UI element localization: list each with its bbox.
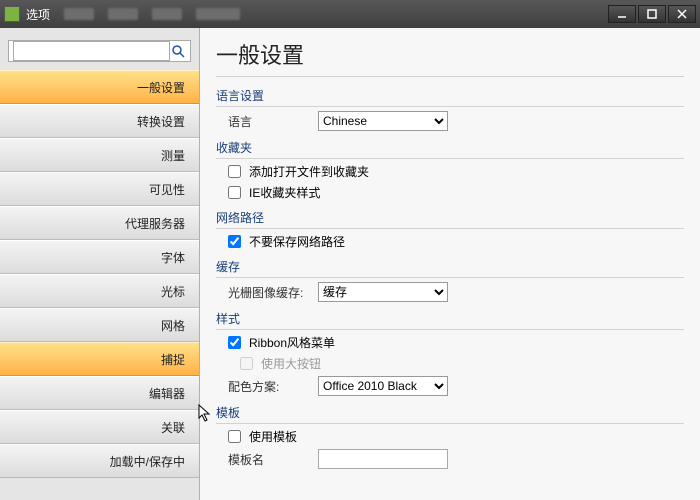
section-language: 语言设置 [216, 87, 684, 107]
sidebar-item-11[interactable]: 加载中/保存中 [0, 444, 199, 478]
sidebar-item-label: 可见性 [149, 181, 185, 198]
content-panel: 一般设置 语言设置 语言 Chinese 收藏夹 添加打开文件到收藏夹 IE收藏… [200, 28, 700, 500]
menu-blur [108, 8, 138, 20]
template-name-input [318, 449, 448, 469]
sidebar-item-label: 字体 [161, 249, 185, 266]
sidebar-item-9[interactable]: 编辑器 [0, 376, 199, 410]
bigbutton-checkbox [240, 357, 253, 370]
window-title: 选项 [26, 6, 50, 23]
section-style: 样式 [216, 310, 684, 330]
sidebar-item-label: 加载中/保存中 [110, 453, 185, 470]
page-title: 一般设置 [216, 38, 684, 77]
sidebar-item-10[interactable]: 关联 [0, 410, 199, 444]
sidebar-item-4[interactable]: 代理服务器 [0, 206, 199, 240]
sidebar-item-label: 编辑器 [149, 385, 185, 402]
fav-add-open-label: 添加打开文件到收藏夹 [249, 163, 369, 180]
cache-select[interactable]: 缓存 [318, 282, 448, 302]
scheme-select[interactable]: Office 2010 Black [318, 376, 448, 396]
sidebar-item-label: 网格 [161, 317, 185, 334]
sidebar: 一般设置转换设置测量可见性代理服务器字体光标网格捕捉编辑器关联加载中/保存中 [0, 28, 200, 500]
use-template-label: 使用模板 [249, 428, 297, 445]
cache-label: 光栅图像缓存: [228, 284, 310, 301]
ribbon-label: Ribbon风格菜单 [249, 334, 335, 351]
scheme-label: 配色方案: [228, 378, 310, 395]
app-icon [4, 6, 20, 22]
sidebar-item-label: 光标 [161, 283, 185, 300]
sidebar-item-0[interactable]: 一般设置 [0, 70, 199, 104]
sidebar-item-3[interactable]: 可见性 [0, 172, 199, 206]
section-cache: 缓存 [216, 258, 684, 278]
fav-add-open-checkbox[interactable] [228, 165, 241, 178]
menu-blur [64, 8, 94, 20]
netpath-nosave-checkbox[interactable] [228, 235, 241, 248]
fav-ie-style-label: IE收藏夹样式 [249, 184, 320, 201]
menu-blur [152, 8, 182, 20]
sidebar-item-5[interactable]: 字体 [0, 240, 199, 274]
sidebar-search[interactable] [8, 40, 191, 62]
search-icon[interactable] [170, 43, 186, 59]
maximize-button[interactable] [638, 5, 666, 23]
sidebar-item-label: 捕捉 [161, 351, 185, 368]
close-button[interactable] [668, 5, 696, 23]
ribbon-checkbox[interactable] [228, 336, 241, 349]
sidebar-item-1[interactable]: 转换设置 [0, 104, 199, 138]
section-netpath: 网络路径 [216, 209, 684, 229]
sidebar-item-7[interactable]: 网格 [0, 308, 199, 342]
sidebar-item-label: 一般设置 [137, 79, 185, 96]
use-template-checkbox[interactable] [228, 430, 241, 443]
search-input[interactable] [13, 41, 170, 61]
sidebar-item-6[interactable]: 光标 [0, 274, 199, 308]
bigbutton-label: 使用大按钮 [261, 355, 321, 372]
language-select[interactable]: Chinese [318, 111, 448, 131]
sidebar-item-label: 关联 [161, 419, 185, 436]
sidebar-item-8[interactable]: 捕捉 [0, 342, 199, 376]
sidebar-item-label: 转换设置 [137, 113, 185, 130]
minimize-button[interactable] [608, 5, 636, 23]
language-label: 语言 [228, 113, 310, 130]
sidebar-item-2[interactable]: 测量 [0, 138, 199, 172]
netpath-nosave-label: 不要保存网络路径 [249, 233, 345, 250]
fav-ie-style-checkbox[interactable] [228, 186, 241, 199]
sidebar-item-label: 测量 [161, 147, 185, 164]
template-name-label: 模板名 [228, 451, 310, 468]
section-favorites: 收藏夹 [216, 139, 684, 159]
sidebar-item-label: 代理服务器 [125, 215, 185, 232]
section-template: 模板 [216, 404, 684, 424]
menu-blur [196, 8, 240, 20]
